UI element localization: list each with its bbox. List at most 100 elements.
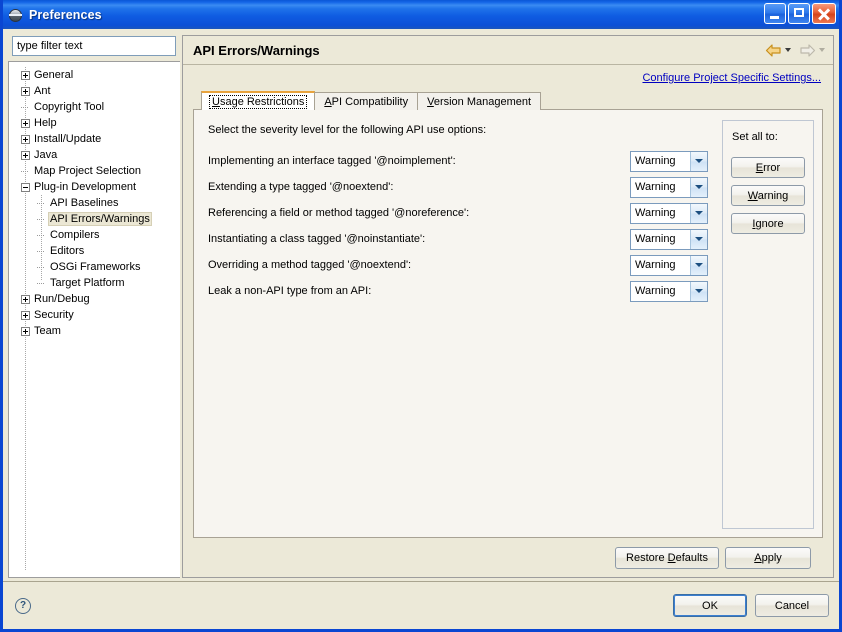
expand-icon[interactable] — [21, 310, 30, 320]
tab-panel-usage-restrictions: Select the severity level for the follow… — [193, 109, 823, 538]
forward-button — [799, 43, 825, 58]
severity-select-value: Warning — [635, 155, 676, 167]
expand-icon[interactable] — [21, 118, 30, 128]
page-title: API Errors/Warnings — [193, 42, 320, 58]
forward-arrow-icon — [799, 43, 816, 58]
options-column: Select the severity level for the follow… — [206, 120, 714, 529]
tab-api-compatibility[interactable]: API Compatibility — [314, 92, 419, 110]
tab-usage-restrictions[interactable]: Usage Restrictions — [201, 91, 316, 110]
dialog-body: type filter text General Ant Copyright Too… — [3, 29, 839, 578]
option-label: Overriding a method tagged '@noextend': — [208, 259, 412, 271]
sidebar-item-install-update[interactable]: Install/Update — [9, 131, 180, 147]
sidebar-item-label: Plug-in Development — [34, 181, 137, 193]
sidebar-item-label: Editors — [50, 245, 85, 257]
option-row: Overriding a method tagged '@noextend': W… — [206, 252, 714, 278]
chevron-down-icon[interactable] — [690, 151, 707, 171]
severity-select[interactable]: Warning — [630, 254, 708, 276]
expand-icon[interactable] — [21, 150, 30, 160]
set-all-warning-button[interactable]: Warning — [731, 185, 805, 206]
close-button[interactable] — [812, 3, 836, 24]
section-note: Select the severity level for the follow… — [208, 124, 487, 136]
option-label: Instantiating a class tagged '@noinstant… — [208, 233, 426, 245]
ok-button-label: OK — [702, 599, 718, 612]
option-label: Referencing a field or method tagged '@n… — [208, 207, 470, 219]
sidebar-item-label: Run/Debug — [34, 293, 90, 305]
chevron-down-icon[interactable] — [690, 229, 707, 249]
sidebar-item-api-baselines[interactable]: API Baselines — [9, 195, 180, 211]
tree-leaf-icon — [37, 215, 46, 224]
option-row: Referencing a field or method tagged '@n… — [206, 200, 714, 226]
sidebar-item-security[interactable]: Security — [9, 307, 180, 323]
chevron-down-icon[interactable] — [690, 281, 707, 301]
help-question-icon[interactable]: ? — [15, 597, 31, 614]
filter-input[interactable]: type filter text — [12, 36, 176, 56]
collapse-icon[interactable] — [21, 182, 30, 192]
sidebar-item-java[interactable]: Java — [9, 147, 180, 163]
tree-leaf-icon — [21, 167, 30, 176]
expand-icon[interactable] — [21, 70, 30, 80]
footer-button-group: OK Cancel — [673, 594, 829, 617]
chevron-down-icon[interactable] — [690, 177, 707, 197]
expand-icon[interactable] — [21, 134, 30, 144]
sidebar-item-team[interactable]: Team — [9, 323, 180, 339]
severity-select[interactable]: Warning — [630, 280, 708, 302]
chevron-down-icon[interactable] — [690, 203, 707, 223]
sidebar-item-general[interactable]: General — [9, 67, 180, 83]
sidebar-item-target-platform[interactable]: Target Platform — [9, 275, 180, 291]
set-all-error-button[interactable]: Error — [731, 157, 805, 178]
option-row: Instantiating a class tagged '@noinstant… — [206, 226, 714, 252]
sidebar-item-help[interactable]: Help — [9, 115, 180, 131]
preference-tree[interactable]: General Ant Copyright Tool Help Install/Upda… — [8, 61, 180, 578]
window-title: Preferences — [29, 7, 102, 22]
option-row: Implementing an interface tagged '@noimp… — [206, 148, 714, 174]
ok-button[interactable]: OK — [673, 594, 747, 617]
sidebar-item-plug-in-development[interactable]: Plug-in Development — [9, 179, 180, 195]
cancel-button[interactable]: Cancel — [755, 594, 829, 617]
tree-leaf-icon — [21, 103, 30, 112]
sidebar-item-map-project-selection[interactable]: Map Project Selection — [9, 163, 180, 179]
caption-buttons — [764, 3, 836, 24]
title-bar: Preferences — [3, 0, 839, 29]
sidebar-item-label: Target Platform — [50, 277, 125, 289]
expand-icon[interactable] — [21, 326, 30, 336]
sidebar-item-label: Java — [34, 149, 58, 161]
expand-icon[interactable] — [21, 86, 30, 96]
sidebar-item-compilers[interactable]: Compilers — [9, 227, 180, 243]
severity-select-value: Warning — [635, 207, 676, 219]
sidebar-item-label: Help — [34, 117, 57, 129]
tree-leaf-icon — [37, 247, 46, 256]
configure-link-row: Configure Project Specific Settings... — [193, 65, 823, 91]
minimize-button[interactable] — [764, 3, 786, 24]
sidebar-item-editors[interactable]: Editors — [9, 243, 180, 259]
restore-defaults-button[interactable]: Restore Defaults — [615, 547, 719, 569]
sidebar-item-api-errors-warnings[interactable]: API Errors/Warnings — [9, 211, 180, 227]
sidebar-item-run-debug[interactable]: Run/Debug — [9, 291, 180, 307]
expand-icon[interactable] — [21, 294, 30, 304]
configure-project-specific-settings-link[interactable]: Configure Project Specific Settings... — [642, 72, 821, 84]
tree-leaf-icon — [37, 199, 46, 208]
back-button[interactable] — [765, 43, 791, 58]
set-all-ignore-button[interactable]: Ignore — [731, 213, 805, 234]
tree-leaf-icon — [37, 263, 46, 272]
sidebar-item-copyright-tool[interactable]: Copyright Tool — [9, 99, 180, 115]
sidebar-item-ant[interactable]: Ant — [9, 83, 180, 99]
help-glyph: ? — [19, 599, 27, 611]
page-header: API Errors/Warnings — [183, 36, 833, 65]
severity-select[interactable]: Warning — [630, 228, 708, 250]
option-label: Extending a type tagged '@noextend': — [208, 181, 394, 193]
chevron-down-icon[interactable] — [690, 255, 707, 275]
tab-version-management[interactable]: Version Management — [417, 92, 542, 110]
severity-select[interactable]: Warning — [630, 176, 708, 198]
tab-strip: Usage Restrictions API Compatibility Versi… — [193, 91, 823, 110]
severity-select-value: Warning — [635, 233, 676, 245]
sidebar-item-label: OSGi Frameworks — [50, 261, 141, 273]
back-menu-chevron-down-icon[interactable] — [785, 48, 791, 52]
sidebar-item-osgi-frameworks[interactable]: OSGi Frameworks — [9, 259, 180, 275]
maximize-button[interactable] — [788, 3, 810, 24]
apply-button[interactable]: Apply — [725, 547, 811, 569]
severity-select[interactable]: Warning — [630, 150, 708, 172]
set-all-group: Set all to: Error Warning Ignore — [722, 120, 814, 529]
severity-select[interactable]: Warning — [630, 202, 708, 224]
option-row: Extending a type tagged '@noextend': Warn… — [206, 174, 714, 200]
sidebar-item-label: General — [34, 69, 74, 81]
